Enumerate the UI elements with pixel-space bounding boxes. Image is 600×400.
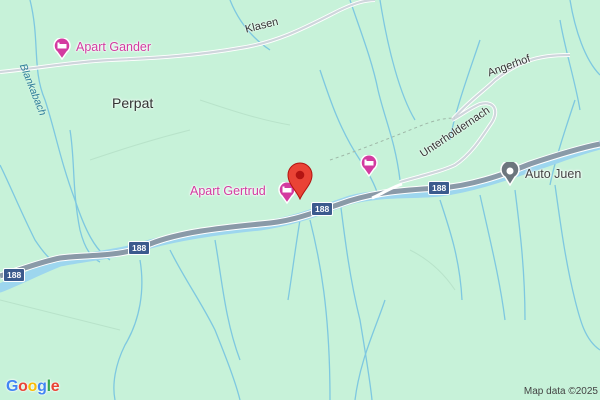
business-marker-auto-juen[interactable] [500,159,520,191]
poi-label-auto-juen[interactable]: Auto Juen [525,167,581,181]
route-shield-188: 188 [311,202,334,216]
map-attribution[interactable]: Map data ©2025 [524,386,598,397]
location-pin-marker[interactable] [286,162,314,205]
route-shield-188: 188 [428,181,451,195]
location-pin-icon [287,162,313,201]
hotel-marker-apart-gander[interactable] [53,37,71,65]
place-label-perpat: Perpat [112,95,154,111]
route-shield-188: 188 [3,268,26,282]
poi-label-apart-gertrud[interactable]: Apart Gertrud [190,184,266,198]
business-icon [500,159,520,187]
terrain-lines [0,99,456,331]
poi-label-apart-gander[interactable]: Apart Gander [76,40,151,54]
route-shield-188: 188 [128,241,151,255]
hotel-icon [53,37,71,61]
hotel-marker-unnamed[interactable] [360,154,378,182]
map-canvas[interactable]: Klasen Angerhof Unterholdernach Perpat B… [0,0,600,400]
hotel-icon [360,154,378,178]
google-logo: Google [6,378,60,395]
